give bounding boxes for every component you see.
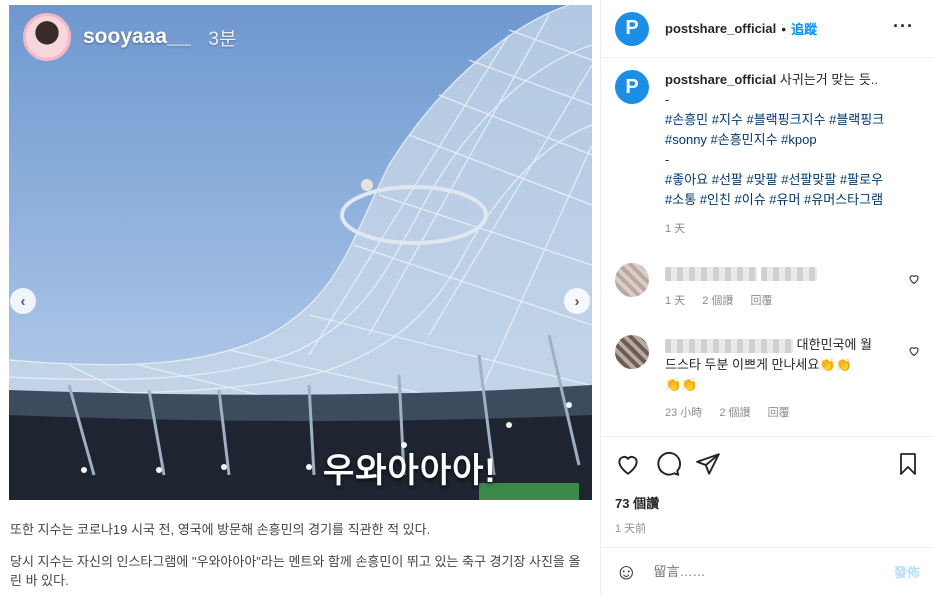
post-caption: P postshare_official 사귀는거 맞는 듯.. - #손흥민 … xyxy=(601,70,934,239)
reply-button[interactable]: 回覆 xyxy=(751,295,773,307)
chevron-left-icon: ‹ xyxy=(20,292,26,310)
story-header: sooyaaa__ 3분 xyxy=(23,13,236,61)
caption-time: 1 天 xyxy=(665,223,686,235)
post-actions: 73 個讚 1 天前 xyxy=(601,436,934,536)
blurred-username xyxy=(665,266,757,281)
caption-text: 사귀는거 맞는 듯.. xyxy=(779,72,879,87)
caption-dash: - xyxy=(665,152,670,167)
media-area: sooyaaa__ 3분 우와아아아! ‹ › 또한 지수는 코로나19 시국 … xyxy=(0,0,601,595)
comment-body: 대한민국에 월 드스타 두분 이쁘게 만나세요👏👏 👏👏 23 小時 2 個讚 … xyxy=(665,335,885,423)
overlay-text: 우와아아아! xyxy=(323,452,497,490)
comment-likes[interactable]: 2 個讚 xyxy=(719,407,750,419)
story-username: sooyaaa__ xyxy=(83,25,191,48)
post-photo: sooyaaa__ 3분 우와아아아! xyxy=(9,5,592,500)
article-text: 또한 지수는 코로나19 시국 전, 영국에 방문해 손흥민의 경기를 직관한 … xyxy=(10,520,590,595)
post-container: sooyaaa__ 3분 우와아아아! ‹ › 또한 지수는 코로나19 시국 … xyxy=(0,0,934,595)
emoji-icon[interactable]: ☺ xyxy=(615,559,637,585)
comment-input[interactable] xyxy=(653,564,854,579)
comment-time: 23 小時 xyxy=(665,407,703,419)
follow-button[interactable]: 追蹤 xyxy=(791,19,817,38)
share-send-icon[interactable] xyxy=(695,451,721,477)
comment-text: 👏👏 xyxy=(665,377,698,392)
separator-dot: • xyxy=(781,20,787,37)
post-comment-button[interactable]: 發佈 xyxy=(894,562,920,581)
post-side-panel: P postshare_official • 追蹤 ··· P postshar… xyxy=(601,0,934,595)
story-time: 3분 xyxy=(208,28,237,50)
comment-text: 드스타 두분 이쁘게 만나세요👏👏 xyxy=(665,357,852,372)
comment-time: 1 天 xyxy=(665,295,686,307)
like-comment-heart-icon[interactable] xyxy=(908,273,920,285)
hashtags[interactable]: #좋아요 #선팔 #맞팔 #선팔맞팔 #팔로우 xyxy=(665,170,884,190)
like-count[interactable]: 73 個讚 xyxy=(615,493,920,512)
commenter-avatar[interactable] xyxy=(615,263,649,297)
post-header: P postshare_official • 追蹤 ··· xyxy=(601,0,934,58)
post-timestamp: 1 天前 xyxy=(615,523,647,535)
caption-body: postshare_official 사귀는거 맞는 듯.. - #손흥민 #지… xyxy=(665,70,884,239)
comment-likes[interactable]: 2 個讚 xyxy=(702,295,733,307)
commenter-avatar[interactable] xyxy=(615,335,649,369)
comment-item: 대한민국에 월 드스타 두분 이쁘게 만나세요👏👏 👏👏 23 小時 2 個讚 … xyxy=(601,335,934,423)
reply-button[interactable]: 回覆 xyxy=(768,407,790,419)
stadium-illustration xyxy=(9,5,592,500)
blurred-text xyxy=(760,266,817,281)
account-avatar[interactable]: P xyxy=(615,11,649,46)
comment-item: 1 天 2 個讚 回覆 xyxy=(601,263,934,311)
bookmark-icon[interactable] xyxy=(896,451,920,477)
caption-avatar[interactable]: P xyxy=(615,70,649,104)
logo-glyph: P xyxy=(625,17,639,39)
logo-glyph: P xyxy=(625,75,639,98)
comment-text: 대한민국에 월 xyxy=(796,337,872,352)
add-comment-bar: ☺ 發佈 xyxy=(601,547,934,595)
article-line: 당시 지수는 자신의 인스타그램에 "우와아아아"라는 멘트와 함께 손흥민이 … xyxy=(10,554,581,588)
like-heart-icon[interactable] xyxy=(615,451,641,477)
caption-username[interactable]: postshare_official xyxy=(665,72,776,87)
story-avatar xyxy=(23,13,71,61)
blurred-username xyxy=(665,338,793,353)
hashtags[interactable]: #소통 #인친 #이슈 #유머 #유머스타그램 xyxy=(665,190,884,210)
hashtags[interactable]: #손흥민 #지수 #블랙핑크지수 #블랙핑크 xyxy=(665,110,884,130)
comment-bubble-icon[interactable] xyxy=(655,451,681,477)
like-comment-heart-icon[interactable] xyxy=(908,345,920,357)
header-username[interactable]: postshare_official xyxy=(665,21,776,36)
more-options-icon[interactable]: ··· xyxy=(893,16,914,37)
next-image-button[interactable]: › xyxy=(564,288,590,314)
chevron-right-icon: › xyxy=(574,292,580,310)
hashtags[interactable]: #sonny #손흥민지수 #kpop xyxy=(665,130,884,150)
article-line: 또한 지수는 코로나19 시국 전, 영국에 방문해 손흥민의 경기를 직관한 … xyxy=(10,522,431,537)
caption-dash: - xyxy=(665,92,670,107)
comments-section: P postshare_official 사귀는거 맞는 듯.. - #손흥민 … xyxy=(601,70,934,434)
prev-image-button[interactable]: ‹ xyxy=(10,288,36,314)
comment-body: 1 天 2 個讚 回覆 xyxy=(665,263,885,311)
